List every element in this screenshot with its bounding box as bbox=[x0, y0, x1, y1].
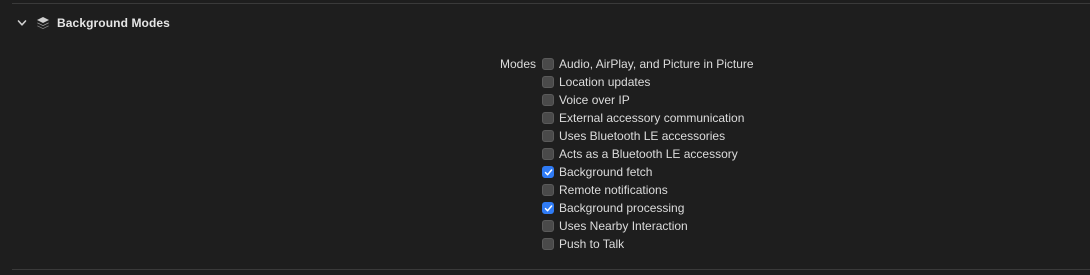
mode-option[interactable]: Audio, AirPlay, and Picture in Picture bbox=[542, 55, 754, 73]
mode-option-label: Remote notifications bbox=[559, 183, 668, 197]
mode-option-label: External accessory communication bbox=[559, 111, 745, 125]
modes-label: Modes bbox=[499, 57, 536, 71]
mode-checkbox[interactable] bbox=[542, 130, 554, 142]
top-divider bbox=[12, 3, 1090, 4]
mode-option-label: Audio, AirPlay, and Picture in Picture bbox=[559, 57, 754, 71]
modes-options-list: Audio, AirPlay, and Picture in Picture Lo… bbox=[542, 55, 754, 253]
mode-checkbox[interactable] bbox=[542, 238, 554, 250]
mode-option-label: Location updates bbox=[559, 75, 651, 89]
mode-option[interactable]: Voice over IP bbox=[542, 91, 754, 109]
section-header: Background Modes bbox=[14, 12, 170, 34]
mode-option[interactable]: Uses Nearby Interaction bbox=[542, 217, 754, 235]
mode-checkbox[interactable] bbox=[542, 148, 554, 160]
mode-option[interactable]: Location updates bbox=[542, 73, 754, 91]
checkmark-icon bbox=[544, 204, 552, 211]
mode-option-label: Background processing bbox=[559, 201, 685, 215]
mode-option-label: Push to Talk bbox=[559, 237, 625, 251]
mode-option[interactable]: Push to Talk bbox=[542, 235, 754, 253]
mode-option[interactable]: Uses Bluetooth LE accessories bbox=[542, 127, 754, 145]
chevron-down-icon[interactable] bbox=[14, 15, 30, 31]
mode-option[interactable]: Remote notifications bbox=[542, 181, 754, 199]
mode-option[interactable]: Acts as a Bluetooth LE accessory bbox=[542, 145, 754, 163]
capability-panel: Background Modes Modes Audio, AirPlay, a… bbox=[0, 0, 1090, 275]
mode-checkbox[interactable] bbox=[542, 58, 554, 70]
mode-option[interactable]: Background processing bbox=[542, 199, 754, 217]
mode-option-label: Uses Bluetooth LE accessories bbox=[559, 129, 726, 143]
section-title: Background Modes bbox=[57, 16, 170, 30]
mode-option-label: Voice over IP bbox=[559, 93, 630, 107]
checkmark-icon bbox=[544, 168, 552, 175]
mode-checkbox[interactable] bbox=[542, 94, 554, 106]
stack-icon bbox=[35, 15, 51, 31]
bottom-divider bbox=[12, 269, 1090, 270]
mode-checkbox[interactable] bbox=[542, 184, 554, 196]
mode-option-label: Acts as a Bluetooth LE accessory bbox=[559, 147, 738, 161]
mode-checkbox[interactable] bbox=[542, 166, 554, 178]
mode-checkbox[interactable] bbox=[542, 220, 554, 232]
mode-option[interactable]: Background fetch bbox=[542, 163, 754, 181]
mode-option-label: Uses Nearby Interaction bbox=[559, 219, 688, 233]
mode-checkbox[interactable] bbox=[542, 202, 554, 214]
mode-checkbox[interactable] bbox=[542, 76, 554, 88]
mode-checkbox[interactable] bbox=[542, 112, 554, 124]
mode-option-label: Background fetch bbox=[559, 165, 653, 179]
mode-option[interactable]: External accessory communication bbox=[542, 109, 754, 127]
